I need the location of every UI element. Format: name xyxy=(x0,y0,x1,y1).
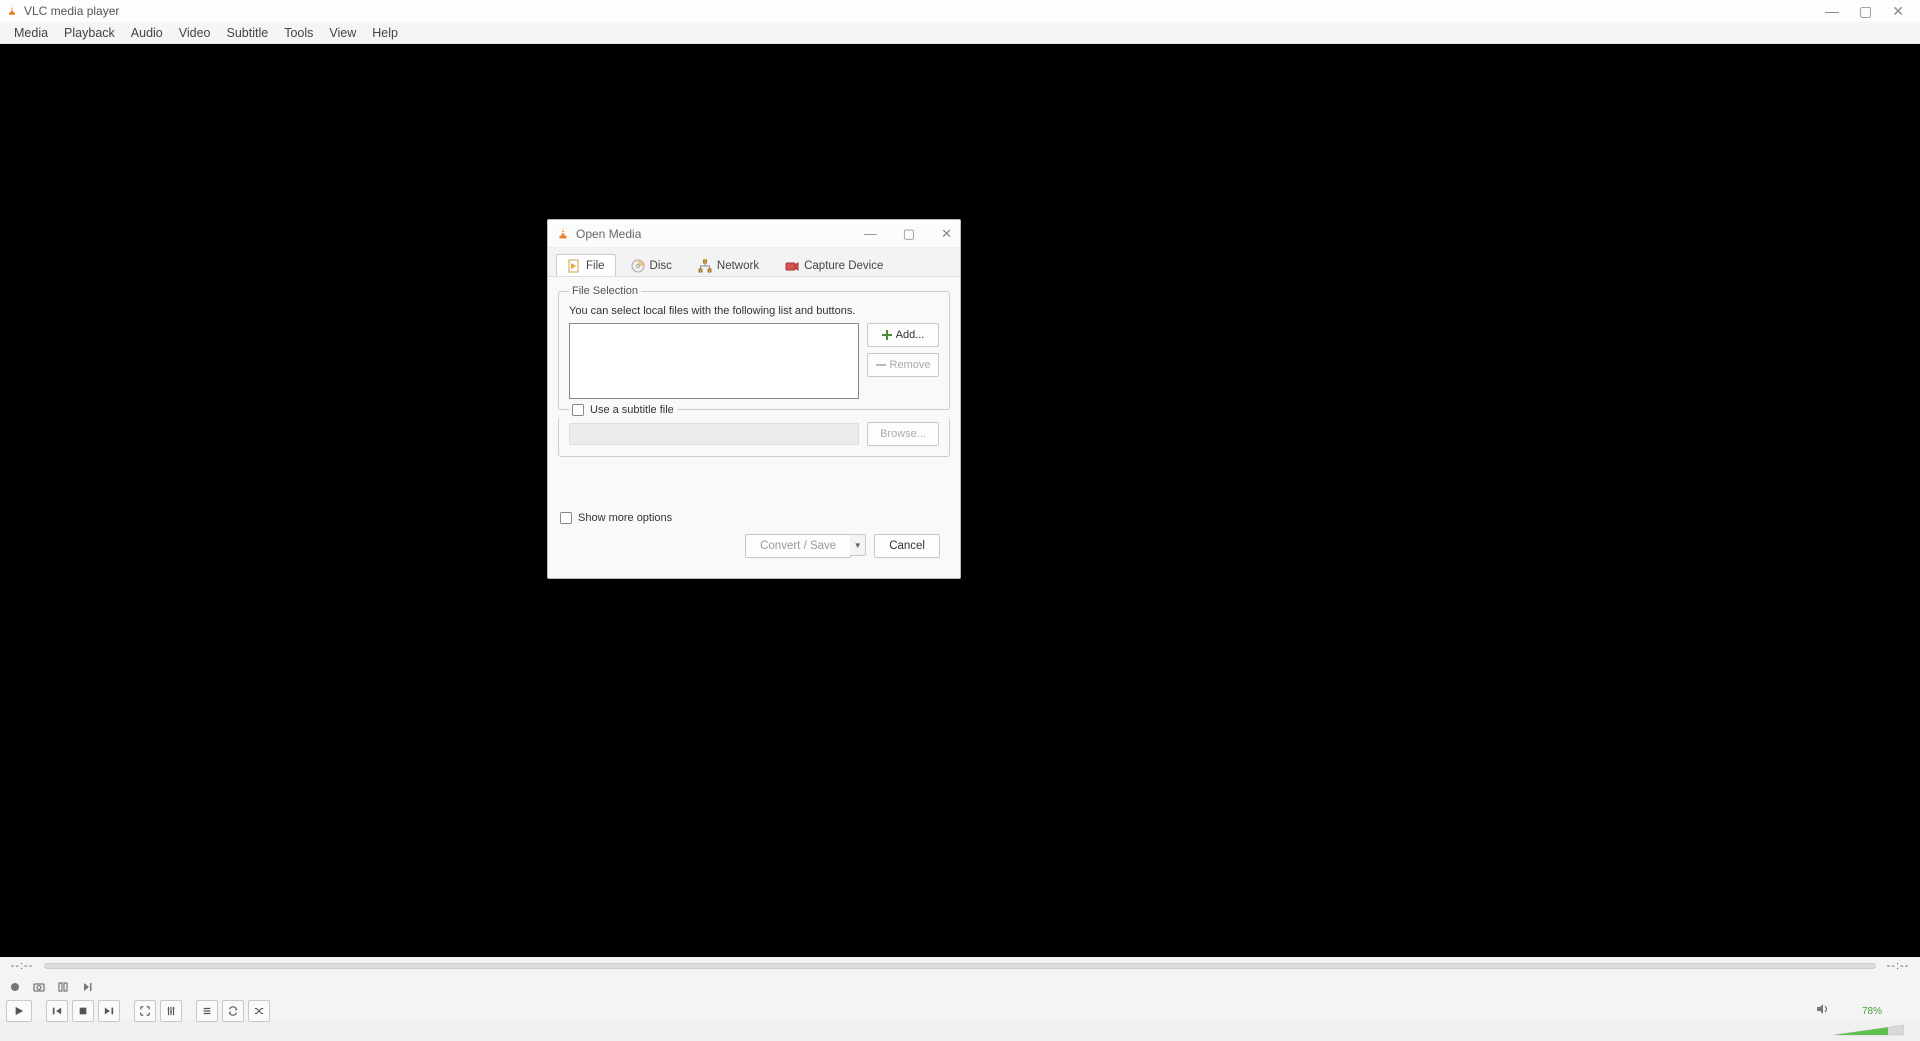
dialog-titlebar[interactable]: Open Media — ▢ ✕ xyxy=(548,220,960,248)
vlc-cone-icon xyxy=(556,227,570,241)
menu-media[interactable]: Media xyxy=(6,24,56,42)
menu-tools[interactable]: Tools xyxy=(276,24,321,42)
window-close-button[interactable]: ✕ xyxy=(1892,3,1904,20)
browse-subtitle-button[interactable]: Browse... xyxy=(867,422,939,446)
menu-help[interactable]: Help xyxy=(364,24,406,42)
mute-button[interactable] xyxy=(1816,1002,1830,1020)
snapshot-button[interactable] xyxy=(30,978,48,996)
volume-percent-label: 78% xyxy=(1862,1006,1882,1017)
menu-video[interactable]: Video xyxy=(171,24,219,42)
tab-disc-label: Disc xyxy=(650,260,672,272)
tab-network[interactable]: Network xyxy=(687,254,770,277)
use-subtitle-checkbox[interactable] xyxy=(572,404,584,416)
tab-capture-device[interactable]: Capture Device xyxy=(774,254,894,277)
tab-file-label: File xyxy=(586,260,605,272)
plus-icon xyxy=(882,330,892,340)
use-subtitle-label: Use a subtitle file xyxy=(590,404,674,416)
file-selection-hint: You can select local files with the foll… xyxy=(569,305,939,317)
add-file-label: Add... xyxy=(896,329,925,341)
app-title: VLC media player xyxy=(24,4,119,18)
menubar: Media Playback Audio Video Subtitle Tool… xyxy=(0,22,1920,44)
capture-device-icon xyxy=(785,259,799,273)
menu-playback[interactable]: Playback xyxy=(56,24,123,42)
subtitle-path-field xyxy=(569,423,859,445)
time-elapsed-label: --:-- xyxy=(8,960,36,972)
time-total-label: --:-- xyxy=(1884,960,1912,972)
seek-slider[interactable] xyxy=(44,963,1876,969)
tab-disc[interactable]: Disc xyxy=(620,254,683,277)
show-more-options-checkbox[interactable] xyxy=(560,512,572,524)
dialog-maximize-button[interactable]: ▢ xyxy=(903,226,915,242)
menu-view[interactable]: View xyxy=(321,24,364,42)
remove-file-label: Remove xyxy=(890,359,931,371)
dialog-close-button[interactable]: ✕ xyxy=(941,226,952,242)
minus-icon xyxy=(876,360,886,370)
show-more-options-label: Show more options xyxy=(578,512,672,524)
window-maximize-button[interactable]: ▢ xyxy=(1859,3,1872,20)
convert-save-dropdown[interactable]: ▼ xyxy=(850,534,866,556)
remove-file-button[interactable]: Remove xyxy=(867,353,939,377)
vlc-cone-icon xyxy=(6,5,18,17)
dialog-minimize-button[interactable]: — xyxy=(864,226,877,242)
app-titlebar: VLC media player — ▢ ✕ xyxy=(0,0,1920,22)
window-minimize-button[interactable]: — xyxy=(1825,3,1839,20)
tab-network-label: Network xyxy=(717,260,759,272)
menu-audio[interactable]: Audio xyxy=(123,24,171,42)
dialog-tabs: File Disc Network Capture Device xyxy=(548,248,960,277)
cancel-label: Cancel xyxy=(889,540,925,552)
add-file-button[interactable]: Add... xyxy=(867,323,939,347)
open-media-dialog: Open Media — ▢ ✕ File Disc Network xyxy=(547,219,961,579)
browse-subtitle-label: Browse... xyxy=(880,428,926,440)
network-icon xyxy=(698,259,712,273)
file-selection-group: File Selection You can select local file… xyxy=(558,285,950,410)
file-icon xyxy=(567,259,581,273)
menu-subtitle[interactable]: Subtitle xyxy=(219,24,277,42)
file-selection-legend: File Selection xyxy=(569,285,641,297)
cancel-button[interactable]: Cancel xyxy=(874,534,940,558)
volume-slider[interactable]: 78% xyxy=(1834,1005,1904,1017)
convert-save-button[interactable]: Convert / Save xyxy=(745,534,851,558)
file-list[interactable] xyxy=(569,323,859,399)
convert-save-label: Convert / Save xyxy=(760,540,836,552)
frame-step-button[interactable] xyxy=(78,978,96,996)
tab-file[interactable]: File xyxy=(556,254,616,277)
record-button[interactable] xyxy=(6,978,24,996)
subtitle-group: Use a subtitle file Browse... xyxy=(558,418,950,457)
atob-loop-button[interactable] xyxy=(54,978,72,996)
disc-icon xyxy=(631,259,645,273)
dialog-title: Open Media xyxy=(576,227,641,241)
tab-capture-device-label: Capture Device xyxy=(804,260,883,272)
bottom-control-bar: --:-- --:-- 78% xyxy=(0,957,1920,1019)
